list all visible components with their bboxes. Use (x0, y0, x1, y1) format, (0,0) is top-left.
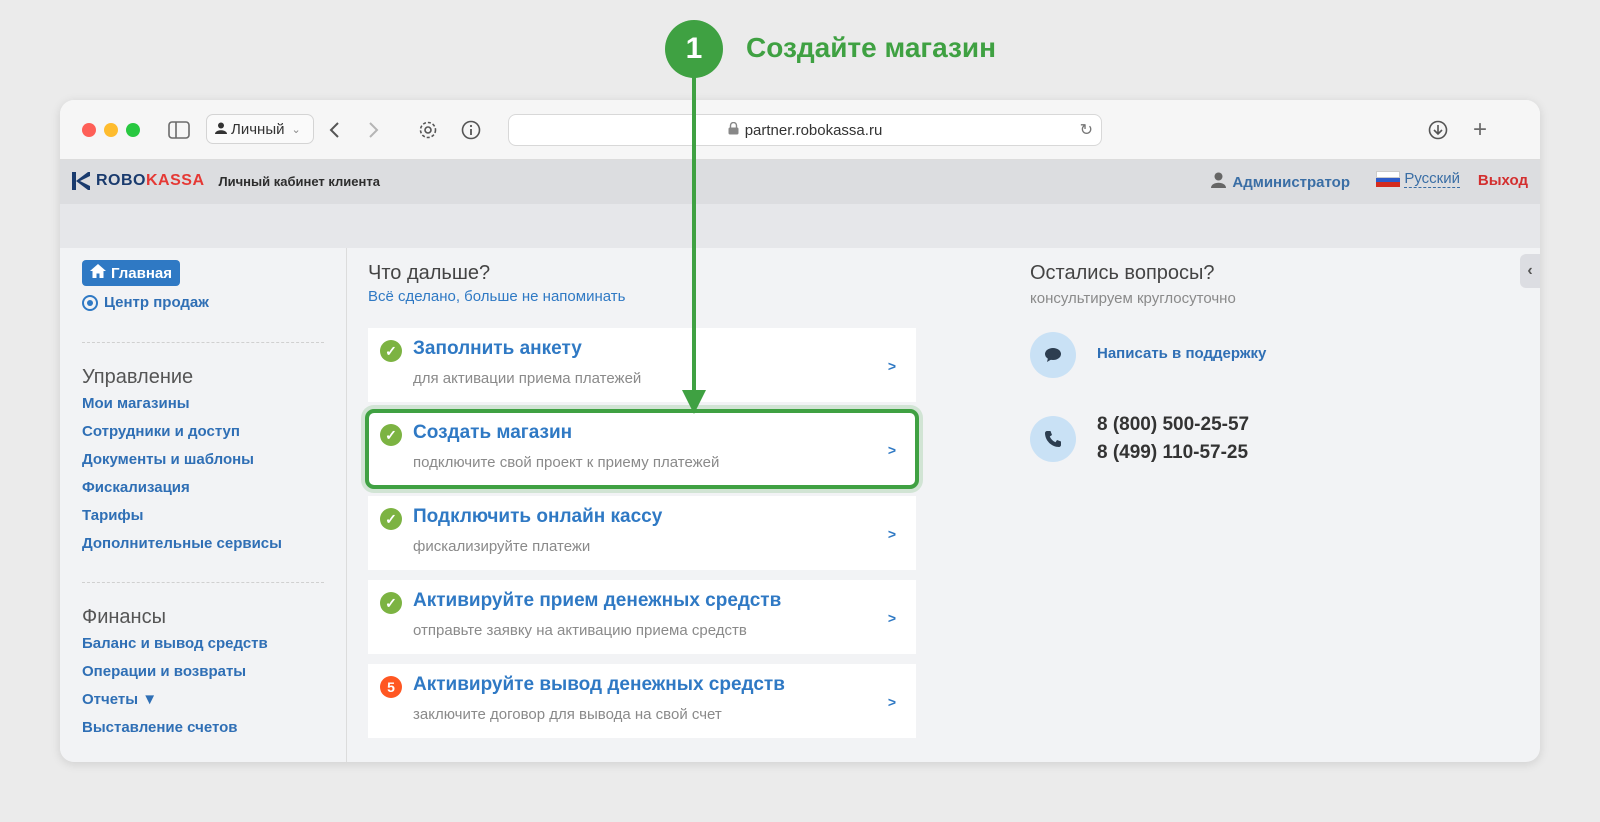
back-icon[interactable] (320, 116, 348, 144)
chevron-right-icon: > (887, 358, 896, 374)
step-card-activate-receiving[interactable]: ✓ Активируйте прием денежных средств отп… (368, 580, 916, 654)
step-title: Подключить онлайн кассу (413, 506, 663, 527)
sales-center-label: Центр продаж (104, 294, 209, 311)
chevron-down-icon: ⌄ (291, 123, 301, 136)
sidebar-item-home[interactable]: Главная (82, 260, 181, 286)
chevron-right-icon: > (887, 442, 896, 458)
phone-number-1[interactable]: 8 (800) 500-25-57 (1097, 414, 1249, 436)
step-title: Заполнить анкету (413, 338, 582, 359)
logo-wordmark: ROBOKASSA (96, 172, 205, 189)
phone-number-2[interactable]: 8 (499) 110-57-25 (1097, 442, 1248, 464)
download-icon[interactable] (1424, 116, 1452, 144)
browser-toolbar: Личный ⌄ partner.robokassa.ru ↻ + (60, 100, 1540, 160)
callout-title: Создайте магазин (746, 32, 997, 63)
step-number-badge: 1 (665, 20, 723, 78)
check-icon: ✓ (380, 508, 402, 530)
step-card-online-cashbox[interactable]: ✓ Подключить онлайн кассу фискализируйте… (368, 496, 916, 570)
lock-icon (728, 121, 739, 139)
forward-icon[interactable] (360, 116, 388, 144)
sidebar-item-extra-services[interactable]: Дополнительные сервисы (82, 535, 282, 552)
sidebar-item-invoices[interactable]: Выставление счетов (82, 719, 238, 736)
url-text: partner.robokassa.ru (744, 121, 883, 139)
sidebar-item-balance[interactable]: Баланс и вывод средств (82, 635, 268, 652)
profile-selector[interactable]: Личный ⌄ (206, 114, 314, 144)
pending-count-badge: 5 (380, 676, 402, 698)
check-icon: ✓ (380, 592, 402, 614)
app-header: ROBOKASSA Личный кабинет клиента Админис… (60, 160, 1540, 204)
callout-arrow-icon (682, 390, 706, 414)
sidebar-item-documents[interactable]: Документы и шаблоны (82, 451, 254, 468)
profile-label: Личный (231, 120, 285, 138)
step-card-fill-form[interactable]: ✓ Заполнить анкету для активации приема … (368, 328, 916, 402)
step-description: подключите свой проект к приему платежей (413, 454, 720, 471)
main-content: Что дальше? Всё сделано, больше не напом… (348, 248, 1540, 762)
chevron-right-icon: > (887, 526, 896, 542)
next-steps-title: Что дальше? (368, 262, 491, 284)
russia-flag-icon (1376, 171, 1401, 188)
robokassa-logo[interactable]: ROBOKASSA Личный кабинет клиента (72, 172, 380, 190)
logout-link[interactable]: Выход (1478, 172, 1528, 189)
step-description: заключите договор для вывода на свой сче… (413, 706, 722, 723)
sidebar-toggle-icon[interactable] (165, 116, 193, 144)
sidebar-item-my-shops[interactable]: Мои магазины (82, 395, 190, 412)
sidebar-item-reports[interactable]: Отчеты ▼ (82, 691, 157, 708)
sidebar-item-operations[interactable]: Операции и возвраты (82, 663, 246, 680)
finance-section-title: Финансы (82, 606, 166, 628)
zoom-window-button[interactable] (126, 123, 140, 137)
dismiss-link[interactable]: Всё сделано, больше не напоминать (368, 288, 625, 305)
step-description: отправьте заявку на активацию приема сре… (413, 622, 747, 639)
minimize-window-button[interactable] (104, 123, 118, 137)
chevron-right-icon: > (887, 694, 896, 710)
language-label: Русский (1404, 170, 1460, 188)
person-icon (215, 121, 227, 138)
step-title: Создать магазин (413, 422, 573, 443)
chat-bubble-icon[interactable] (1030, 332, 1076, 378)
reload-icon[interactable]: ↻ (1080, 120, 1093, 140)
admin-link[interactable]: Администратор (1211, 172, 1350, 192)
step-description: фискализируйте платежи (413, 538, 591, 555)
robokassa-logo-icon (72, 172, 90, 190)
sidebar-item-tariffs[interactable]: Тарифы (82, 507, 143, 524)
sidebar-divider (82, 582, 324, 583)
info-icon[interactable] (457, 116, 485, 144)
support-subtitle: консультируем круглосуточно (1030, 290, 1236, 307)
check-icon: ✓ (380, 340, 402, 362)
browser-window: Личный ⌄ partner.robokassa.ru ↻ + ROBOKA… (60, 100, 1540, 762)
sidebar-item-sales-center[interactable]: Центр продаж (82, 294, 209, 311)
step-title: Активируйте прием денежных средств (413, 590, 782, 611)
sidebar-item-home-label: Главная (111, 264, 173, 282)
sidebar-item-fiscalization[interactable]: Фискализация (82, 479, 190, 496)
language-selector[interactable]: Русский (1376, 170, 1460, 188)
management-section-title: Управление (82, 366, 194, 388)
cabinet-subtitle: Личный кабинет клиента (218, 173, 380, 189)
write-support-link[interactable]: Написать в поддержку (1097, 345, 1266, 362)
home-icon (90, 264, 106, 282)
support-title: Остались вопросы? (1030, 262, 1215, 284)
callout-connector-line (692, 76, 696, 394)
phone-icon (1030, 416, 1076, 462)
sub-header-bar (60, 204, 1540, 248)
admin-label: Администратор (1232, 173, 1350, 191)
address-bar[interactable]: partner.robokassa.ru ↻ (508, 114, 1102, 146)
collapse-panel-icon[interactable]: ‹ (1520, 254, 1540, 288)
user-icon (1211, 172, 1227, 192)
new-tab-icon[interactable]: + (1466, 116, 1494, 144)
sidebar-divider (82, 342, 324, 343)
close-window-button[interactable] (82, 123, 96, 137)
step-title: Активируйте вывод денежных средств (413, 674, 785, 695)
sidebar: Главная Центр продаж Управление Мои мага… (60, 248, 347, 762)
gear-icon[interactable] (414, 116, 442, 144)
chevron-right-icon: > (887, 610, 896, 626)
step-description: для активации приема платежей (413, 370, 642, 387)
step-card-create-shop[interactable]: ✓ Создать магазин подключите свой проект… (365, 409, 919, 489)
sidebar-item-staff-access[interactable]: Сотрудники и доступ (82, 423, 240, 440)
step-card-activate-withdrawal[interactable]: 5 Активируйте вывод денежных средств зак… (368, 664, 916, 738)
check-icon: ✓ (380, 424, 402, 446)
target-icon (82, 294, 98, 311)
